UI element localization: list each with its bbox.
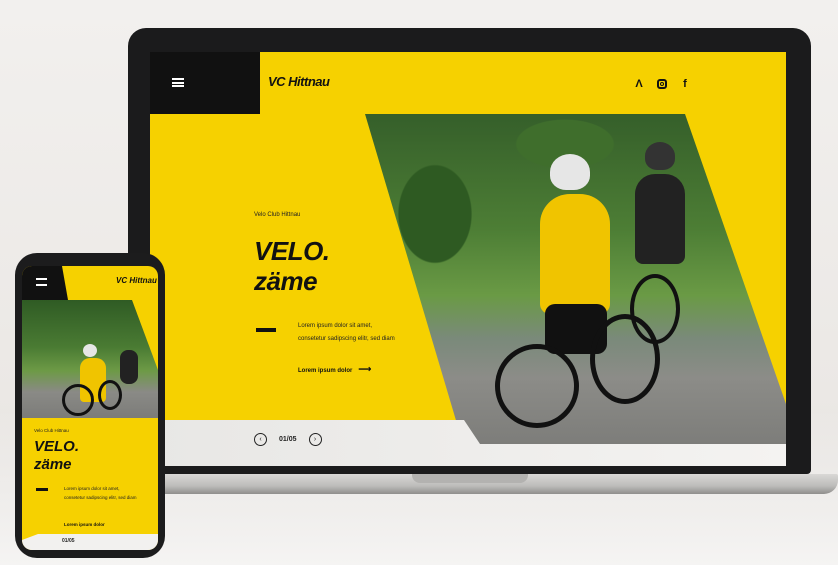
arrow-right-icon: ⟶ [358, 364, 372, 374]
second-cyclist-helmet [645, 142, 675, 170]
phone-club-logo[interactable]: VC Hittnau [116, 276, 157, 285]
laptop-screen: VC Hittnau Λ f Velo Club Hittnau VELO. z… [150, 52, 786, 466]
hero-title: VELO. zäme [254, 236, 330, 296]
laptop-notch [412, 474, 528, 483]
second-wheel [630, 274, 680, 344]
phone-menu-block [22, 266, 68, 300]
prev-slide-button[interactable]: ‹ [254, 433, 267, 446]
hero-blurb: Lorem ipsum dolor sit amet, consetetur s… [298, 323, 395, 342]
hero-photo [365, 114, 786, 444]
next-slide-button[interactable]: › [308, 433, 322, 446]
phone-screen: VC Hittnau Velo Club Hittnau VELO. zäme … [22, 266, 158, 550]
phone-slide-counter: 01/05 [62, 538, 75, 544]
slide-pager: ‹ 01/05 › [254, 433, 322, 446]
menu-block [150, 52, 260, 114]
phone-second-cyclist [120, 350, 138, 384]
phone-menu-icon[interactable] [36, 278, 47, 286]
logo-text: VC Hittnau [268, 74, 330, 89]
club-tagline: Velo Club Hittnau [254, 212, 301, 218]
hero-title-line1: VELO. [254, 236, 330, 266]
club-logo[interactable]: VC Hittnau [268, 74, 330, 89]
cyclist-jersey [540, 194, 610, 314]
strava-icon[interactable]: Λ [633, 78, 645, 90]
second-cyclist [635, 174, 685, 264]
cta-label: Lorem ipsum dolor [298, 368, 353, 374]
phone-front-wheel [62, 384, 94, 416]
phone-title-line2: zäme [34, 456, 72, 473]
phone-accent-dash [36, 488, 48, 491]
front-wheel [495, 344, 579, 428]
phone-cta-link[interactable]: Lorem ipsum dolor [64, 522, 105, 527]
instagram-icon[interactable] [656, 78, 668, 90]
phone-rear-wheel [98, 380, 122, 410]
cyclist-helmet [550, 154, 590, 190]
accent-dash [256, 328, 276, 332]
facebook-icon[interactable]: f [679, 78, 691, 90]
slide-counter: 01/05 [279, 436, 297, 443]
phone-title-line1: VELO. [34, 438, 80, 455]
phone-hero-title: VELO. zäme [34, 438, 79, 474]
cta-link[interactable]: Lorem ipsum dolor ⟶ [298, 364, 371, 375]
phone-hero-blurb: Lorem ipsum dolor sit amet, consetetur s… [64, 486, 137, 500]
social-links: Λ f [633, 78, 691, 90]
hero-title-line2: zäme [254, 266, 318, 296]
phone-cyclist-helmet [83, 344, 97, 357]
phone-club-tagline: Velo Club Hittnau [34, 428, 69, 433]
phone-pager-bar [22, 534, 158, 550]
phone-hero-photo [22, 300, 158, 418]
menu-icon[interactable] [172, 78, 184, 87]
